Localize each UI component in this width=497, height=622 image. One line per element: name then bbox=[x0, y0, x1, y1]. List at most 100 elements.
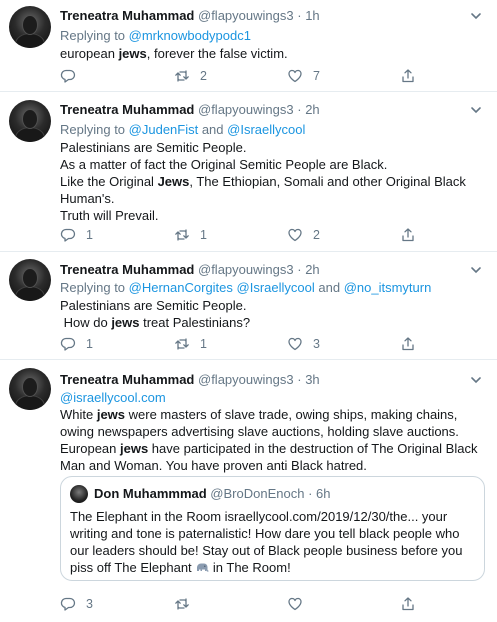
mention-link[interactable]: @israellycool.com bbox=[60, 389, 485, 406]
retweet-icon bbox=[175, 598, 189, 610]
reply-icon bbox=[60, 597, 76, 611]
text-line: Human's. bbox=[60, 191, 115, 206]
share-button[interactable] bbox=[400, 227, 416, 243]
reply-icon bbox=[60, 69, 76, 83]
timestamp[interactable]: 3h bbox=[305, 372, 319, 387]
text-line: Palestinians are Semitic People. bbox=[60, 140, 247, 155]
tweet-actions: 1 1 3 bbox=[60, 336, 420, 354]
text-segment: , The Ethiopian, Somali and other Origin… bbox=[189, 174, 466, 189]
tweet-actions: 3 bbox=[60, 596, 420, 614]
retweet-count: 1 bbox=[200, 228, 207, 242]
quoted-text: The Elephant in the Room israellycool.co… bbox=[70, 508, 478, 576]
retweet-icon bbox=[175, 338, 189, 350]
avatar[interactable] bbox=[9, 368, 51, 410]
text-line: Truth will Prevail. bbox=[60, 208, 159, 223]
author-name[interactable]: Don Muhammmad bbox=[94, 486, 207, 501]
tweet-text: @israellycool.com White jews were master… bbox=[60, 389, 485, 474]
tweet-actions: 2 7 bbox=[60, 68, 420, 86]
text-paragraph: White jews were masters of slave trade, … bbox=[60, 406, 485, 474]
author-handle[interactable]: @flapyouwings3 bbox=[198, 372, 294, 387]
reply-button[interactable]: 1 bbox=[60, 227, 93, 243]
text-segment: White bbox=[60, 407, 97, 422]
conjunction: and bbox=[198, 122, 228, 137]
text-segment: treat Palestinians? bbox=[139, 315, 251, 330]
retweet-icon bbox=[175, 229, 189, 241]
tweet[interactable]: Treneatra Muhammad @flapyouwings3 · 2h R… bbox=[0, 252, 497, 360]
replying-to-label: Replying to bbox=[60, 280, 129, 295]
heart-icon bbox=[288, 228, 302, 242]
text-line: As a matter of fact the Original Semitic… bbox=[60, 157, 388, 172]
share-icon bbox=[402, 69, 414, 83]
reply-button[interactable]: 1 bbox=[60, 336, 93, 352]
replying-to: Replying to @HernanCorgites @Israellycoo… bbox=[60, 279, 431, 296]
separator-dot: · bbox=[297, 262, 302, 277]
like-button[interactable] bbox=[287, 596, 303, 612]
quoted-tweet[interactable]: Don Muhammmad @BroDonEnoch · 6h The Elep… bbox=[60, 476, 485, 581]
timestamp[interactable]: 2h bbox=[305, 102, 319, 117]
text-segment: How do bbox=[60, 315, 112, 330]
tweet-timeline: Treneatra Muhammad @flapyouwings3 · 1h R… bbox=[0, 0, 497, 622]
retweet-count: 2 bbox=[200, 69, 207, 83]
heart-icon bbox=[288, 69, 302, 83]
author-name[interactable]: Treneatra Muhammad bbox=[60, 8, 194, 23]
like-button[interactable]: 7 bbox=[287, 68, 320, 84]
like-button[interactable]: 2 bbox=[287, 227, 320, 243]
text-segment: , forever the false victim. bbox=[146, 46, 288, 61]
highlighted-term: jews bbox=[118, 46, 147, 61]
mention-link[interactable]: @mrknowbodypodc1 bbox=[129, 28, 251, 43]
chevron-down-icon[interactable] bbox=[469, 373, 483, 387]
chevron-down-icon[interactable] bbox=[469, 103, 483, 117]
heart-icon bbox=[288, 337, 302, 351]
timestamp[interactable]: 2h bbox=[305, 262, 319, 277]
share-button[interactable] bbox=[400, 336, 416, 352]
avatar[interactable] bbox=[70, 485, 88, 503]
mention-link[interactable]: @no_itsmyturn bbox=[344, 280, 432, 295]
text-segment: Like the Original bbox=[60, 174, 158, 189]
retweet-button[interactable]: 1 bbox=[174, 336, 207, 352]
highlighted-term: Jews bbox=[157, 174, 190, 189]
timestamp[interactable]: 6h bbox=[316, 486, 330, 501]
replying-to: Replying to @JudenFist and @Israellycool bbox=[60, 121, 305, 138]
reply-icon bbox=[60, 337, 76, 351]
retweet-button[interactable]: 2 bbox=[174, 68, 207, 84]
tweet-text: Palestinians are Semitic People. How do … bbox=[60, 297, 485, 331]
share-icon bbox=[402, 597, 414, 611]
author-name[interactable]: Treneatra Muhammad bbox=[60, 102, 194, 117]
heart-icon bbox=[288, 597, 302, 611]
separator-dot: · bbox=[297, 102, 302, 117]
replying-to-label: Replying to bbox=[60, 122, 129, 137]
mention-link[interactable]: @Israellycool bbox=[227, 122, 305, 137]
tweet[interactable]: Treneatra Muhammad @flapyouwings3 · 1h R… bbox=[0, 0, 497, 92]
avatar[interactable] bbox=[9, 6, 51, 48]
elephant-icon bbox=[197, 563, 209, 572]
chevron-down-icon[interactable] bbox=[469, 263, 483, 277]
retweet-button[interactable] bbox=[174, 596, 190, 612]
reply-button[interactable]: 3 bbox=[60, 596, 93, 612]
separator-dot: · bbox=[297, 8, 302, 23]
reply-button[interactable] bbox=[60, 68, 86, 84]
highlighted-term: jews bbox=[96, 407, 126, 422]
mention-link[interactable]: @Israellycool bbox=[237, 280, 315, 295]
text-segment: in The Room! bbox=[209, 560, 291, 575]
like-count: 2 bbox=[313, 228, 320, 242]
author-handle[interactable]: @BroDonEnoch bbox=[210, 486, 304, 501]
tweet[interactable]: Treneatra Muhammad @flapyouwings3 · 2h R… bbox=[0, 92, 497, 252]
author-name[interactable]: Treneatra Muhammad bbox=[60, 372, 194, 387]
tweet-text: Palestinians are Semitic People. As a ma… bbox=[60, 139, 485, 224]
author-handle[interactable]: @flapyouwings3 bbox=[198, 102, 294, 117]
timestamp[interactable]: 1h bbox=[305, 8, 319, 23]
mention-link[interactable]: @JudenFist bbox=[129, 122, 199, 137]
mention-link[interactable]: @HernanCorgites bbox=[129, 280, 233, 295]
retweet-count: 1 bbox=[200, 337, 207, 351]
author-handle[interactable]: @flapyouwings3 bbox=[198, 262, 294, 277]
avatar[interactable] bbox=[9, 100, 51, 142]
avatar[interactable] bbox=[9, 259, 51, 301]
like-button[interactable]: 3 bbox=[287, 336, 320, 352]
share-button[interactable] bbox=[400, 68, 416, 84]
retweet-button[interactable]: 1 bbox=[174, 227, 207, 243]
tweet[interactable]: Treneatra Muhammad @flapyouwings3 · 3h @… bbox=[0, 360, 497, 622]
share-button[interactable] bbox=[400, 596, 416, 612]
author-name[interactable]: Treneatra Muhammad bbox=[60, 262, 194, 277]
author-handle[interactable]: @flapyouwings3 bbox=[198, 8, 294, 23]
chevron-down-icon[interactable] bbox=[469, 9, 483, 23]
